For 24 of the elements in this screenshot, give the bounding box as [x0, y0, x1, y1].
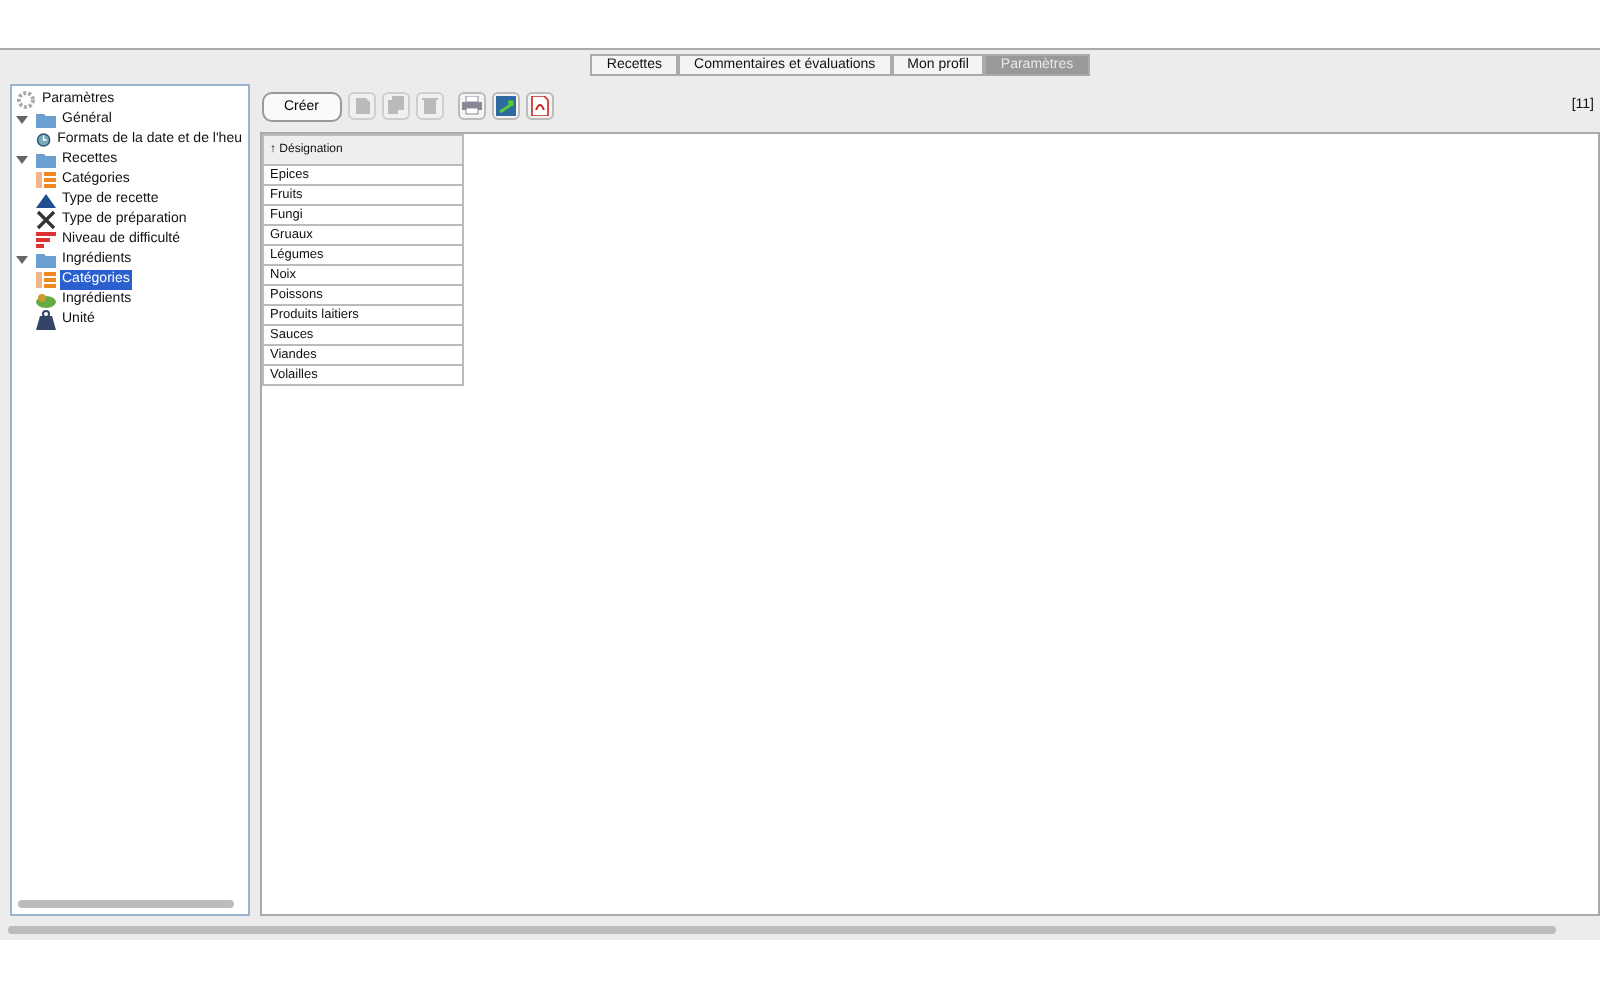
- weight-icon: [36, 310, 56, 330]
- ingredient-icon: [36, 290, 56, 310]
- expand-toggle-icon[interactable]: [16, 254, 28, 266]
- folder-icon: [36, 250, 56, 270]
- gear-icon: [16, 90, 36, 110]
- expand-toggle-icon[interactable]: [16, 154, 28, 166]
- export-button[interactable]: [491, 92, 520, 120]
- triangle-icon: [36, 190, 56, 210]
- document-icon: [351, 96, 372, 116]
- scrollbar[interactable]: [18, 900, 234, 908]
- list-icon: [36, 270, 56, 290]
- export-icon: [495, 96, 516, 116]
- trash-icon: [419, 96, 440, 116]
- clock-icon: [36, 130, 52, 150]
- pdf-button[interactable]: [525, 92, 554, 120]
- pdf-icon: [529, 96, 550, 116]
- printer-button[interactable]: [457, 92, 486, 120]
- crossed-tools-icon: [36, 210, 56, 230]
- list-icon: [36, 170, 56, 190]
- copy-icon: [385, 96, 406, 116]
- bars-icon: [36, 230, 56, 250]
- expand-toggle-icon[interactable]: [16, 114, 28, 126]
- printer-icon: [461, 96, 482, 116]
- scrollbar[interactable]: [8, 926, 1556, 934]
